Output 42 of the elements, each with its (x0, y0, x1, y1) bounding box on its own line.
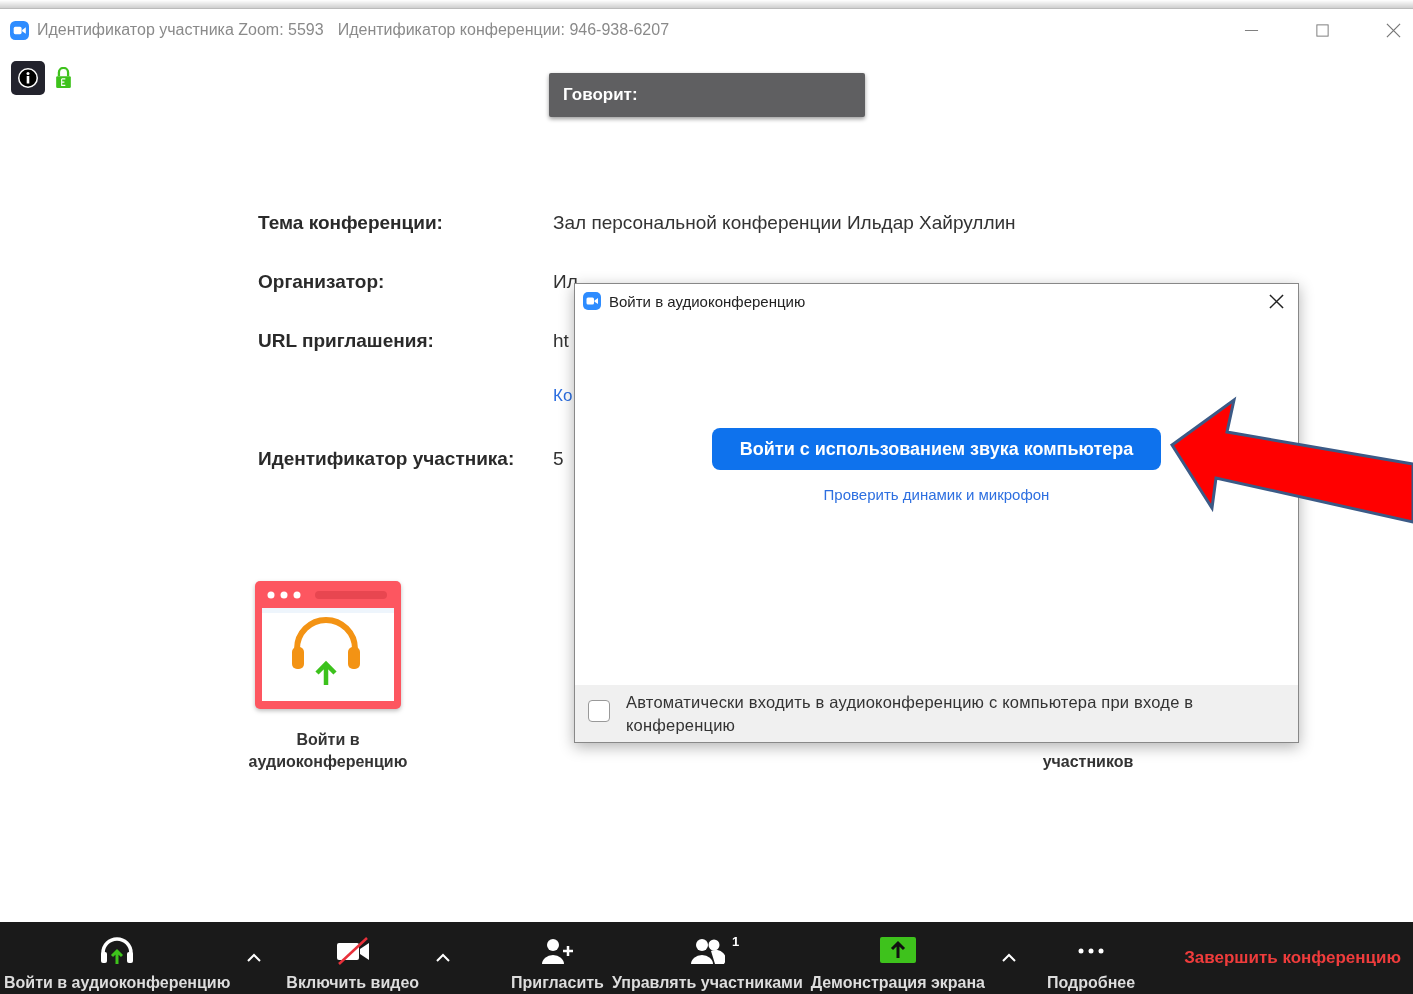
info-label: Идентификатор участника: (258, 448, 516, 471)
audio-join-icon[interactable] (255, 581, 401, 709)
toolbar-button[interactable]: Войти в аудиоконференцию (0, 922, 235, 994)
info-value: 5 (553, 448, 564, 470)
add-person-icon (539, 937, 576, 965)
lock-icon[interactable] (55, 67, 72, 89)
auto-join-label: Автоматически входить в аудиоконференцию с компьютера при входе в конференцию (626, 692, 1195, 736)
tile-label: Войти в аудиоконференцию (247, 730, 409, 772)
toolbar-button[interactable]: Подробнее (1043, 922, 1140, 994)
info-label: Организатор: (258, 271, 386, 294)
caret-icon (435, 953, 452, 963)
people-icon (689, 937, 726, 965)
copy-link[interactable]: Ко (553, 386, 573, 406)
speaker-banner: Говорит: (549, 73, 865, 117)
caret-icon (246, 953, 263, 963)
tile-label: участников (1042, 752, 1134, 772)
camera-icon (10, 20, 29, 40)
toolbar-button[interactable]: 1 Управлять участниками (607, 922, 807, 994)
auto-join-checkbox[interactable] (588, 700, 610, 722)
info-icon[interactable] (11, 61, 45, 95)
participant-count: 1 (732, 934, 740, 949)
maximize-icon[interactable] (1315, 22, 1330, 38)
dialog-title: Войти в аудиоконференцию (609, 292, 806, 310)
headphones-icon (99, 937, 136, 965)
window-title: Идентификатор участника Zoom: 5593 (37, 21, 324, 39)
info-label: URL приглашения: (258, 330, 435, 353)
info-value: ht (553, 330, 570, 352)
toolbar-button[interactable]: Демонстрация экрана (806, 922, 989, 994)
toolbar-button[interactable]: Пригласить (507, 922, 608, 994)
more-icon (1078, 948, 1105, 954)
join-computer-audio-button[interactable]: Войти с использованием звука компьютера (711, 428, 1162, 470)
end-meeting-button[interactable]: Завершить конференцию (1172, 922, 1413, 994)
camera-icon (583, 292, 601, 310)
share-screen-icon (879, 937, 916, 965)
info-label: Тема конференции: (258, 212, 444, 235)
video-off-icon (334, 937, 371, 965)
info-value: Зал персональной конференции Ильдар Хайруллин (553, 212, 1016, 234)
test-audio-link[interactable]: Проверить динамик и микрофон (823, 486, 1050, 503)
conference-id: Идентификатор конференции: 946-938-6207 (337, 21, 670, 39)
caret-icon (1001, 953, 1017, 963)
toolbar-button[interactable]: Включить видео (282, 922, 424, 994)
close-icon[interactable] (1269, 293, 1284, 309)
